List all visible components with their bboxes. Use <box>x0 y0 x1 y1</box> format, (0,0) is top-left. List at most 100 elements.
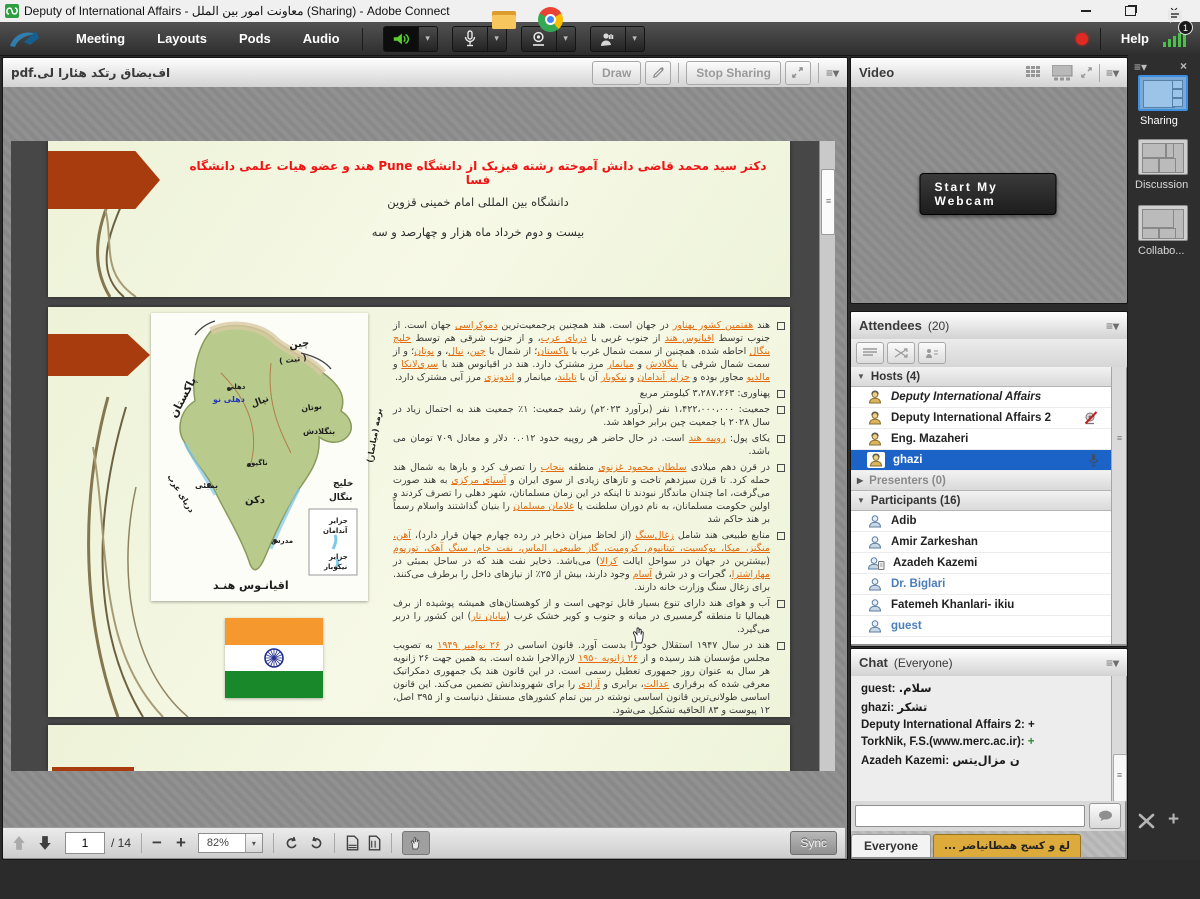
sync-button[interactable]: Sync <box>790 831 837 855</box>
rotate-right-icon[interactable] <box>309 836 324 851</box>
host-icon <box>867 390 883 404</box>
active-mic-icon <box>1088 453 1099 467</box>
attendee-name: Amir Zarkeshan <box>891 536 978 548</box>
participant-icon <box>867 514 883 528</box>
speaker-button[interactable] <box>383 26 419 52</box>
attendee-status-view-icon[interactable] <box>918 342 946 364</box>
start-webcam-button[interactable]: Start My Webcam <box>920 173 1057 215</box>
send-message-button[interactable] <box>1089 803 1121 829</box>
grid-view-icon[interactable] <box>1026 66 1046 80</box>
pan-tool-button[interactable] <box>402 831 430 855</box>
attendee-row[interactable]: Azadeh Kazemi <box>851 553 1111 574</box>
layout-discussion-thumb[interactable] <box>1138 139 1188 175</box>
menubar: Meeting Layouts Pods Audio ▾ ▾ ▾ <box>0 22 1200 56</box>
add-layout-icon[interactable]: + <box>1168 809 1179 831</box>
attendees-pod-menu-icon[interactable]: ≡▾ <box>1106 319 1119 333</box>
menu-audio[interactable]: Audio <box>287 22 356 55</box>
attendee-name: Dr. Biglari <box>891 578 945 590</box>
slide-bullet: منابع طبیعی هند شامل زغال‌سنگ (از لحاظ م… <box>393 529 785 594</box>
video-pod-body: Start My Webcam <box>851 87 1125 301</box>
attendees-scrollbar[interactable]: ≡ <box>1111 367 1126 644</box>
attendees-section-presenters[interactable]: ▶Presenters (0) <box>851 471 1111 491</box>
webcam-dropdown[interactable]: ▾ <box>557 26 576 52</box>
recording-indicator-icon[interactable] <box>1076 33 1088 45</box>
attendee-row[interactable]: Deputy International Affairs 2 <box>851 408 1111 429</box>
share-pod-menu-icon[interactable]: ≡▾ <box>826 66 839 80</box>
chat-tab-private[interactable]: ... رضاین‌اطمه جسک و غل <box>933 834 1081 857</box>
page-number-input[interactable] <box>65 832 105 854</box>
draw-button[interactable]: Draw <box>592 61 641 85</box>
layout-collaboration-thumb[interactable] <box>1138 205 1188 241</box>
page-up-icon[interactable] <box>11 835 27 851</box>
map-label: جزایر <box>329 517 348 525</box>
attendee-row[interactable]: ghazi <box>851 450 1111 471</box>
filmstrip-view-icon[interactable] <box>1052 65 1074 81</box>
attendee-name: Deputy International Affairs 2 <box>891 412 1051 424</box>
map-label: پاکستان <box>167 375 199 420</box>
zoom-out-icon[interactable]: − <box>152 833 162 853</box>
stop-sharing-button[interactable]: Stop Sharing <box>686 61 781 85</box>
attendees-section-hosts[interactable]: ▼Hosts (4) <box>851 367 1111 387</box>
menu-meeting[interactable]: Meeting <box>60 22 141 55</box>
fit-width-icon[interactable] <box>345 835 359 851</box>
fullscreen-icon[interactable] <box>785 61 811 85</box>
map-label: نپال <box>250 394 271 410</box>
raise-hand-icon <box>599 31 616 47</box>
document-viewport[interactable]: دکتر سید محمد قاضی دانش آموخته رشته فیزی… <box>11 141 825 771</box>
chat-message-list[interactable]: guest: سلام.ghazi: تشکرDeputy Internatio… <box>851 676 1111 801</box>
pod-options-tools-icon[interactable] <box>1138 813 1156 829</box>
attendee-row[interactable]: Dr. Biglari <box>851 574 1111 595</box>
attendee-row[interactable]: guest <box>851 616 1111 637</box>
chat-input[interactable] <box>855 805 1085 827</box>
attendee-row[interactable]: Deputy International Affairs <box>851 387 1111 408</box>
layout-sharing-thumb[interactable] <box>1138 75 1188 111</box>
attendees-pod-title: Attendees <box>859 318 922 333</box>
chat-pod-menu-icon[interactable]: ≡▾ <box>1106 656 1119 670</box>
attendee-row[interactable]: Fatemeh Khanlari- ikiu <box>851 595 1111 616</box>
chat-tab-everyone[interactable]: Everyone <box>851 834 931 857</box>
zoom-in-icon[interactable]: + <box>176 833 186 853</box>
microphone-button[interactable] <box>452 26 488 52</box>
layout-collaboration-label[interactable]: Collabo... <box>1138 245 1184 257</box>
menu-pods[interactable]: Pods <box>223 22 287 55</box>
attendee-row[interactable]: Amir Zarkeshan <box>851 532 1111 553</box>
microphone-dropdown[interactable]: ▾ <box>488 26 507 52</box>
attendee-row[interactable]: Adib <box>851 511 1111 532</box>
attendee-row[interactable]: Eng. Mazaheri <box>851 429 1111 450</box>
participant-phone-icon <box>867 556 885 570</box>
document-scrollbar[interactable]: ≡ <box>819 141 835 771</box>
fit-page-icon[interactable] <box>367 835 381 851</box>
attendees-section-participants[interactable]: ▼Participants (16) <box>851 491 1111 511</box>
rotate-left-icon[interactable] <box>284 836 299 851</box>
layouts-close-icon[interactable]: × <box>1180 59 1187 73</box>
section-label: Hosts (4) <box>871 371 920 383</box>
raise-hand-dropdown[interactable]: ▾ <box>626 26 645 52</box>
scrollbar-thumb[interactable]: ≡ <box>821 169 835 235</box>
bullet-square-icon <box>777 532 785 540</box>
minimize-button[interactable] <box>1064 0 1108 22</box>
layout-discussion-label[interactable]: Discussion <box>1135 179 1188 191</box>
pen-icon[interactable] <box>645 61 671 85</box>
attendee-list-view-icon[interactable] <box>856 342 884 364</box>
attendee-name: Eng. Mazaheri <box>891 433 968 445</box>
layouts-menu-icon[interactable]: ≡▾ <box>1134 60 1147 74</box>
window-title: Deputy of International Affairs - معاونت… <box>24 4 450 18</box>
page-down-icon[interactable] <box>37 835 53 851</box>
microphone-icon <box>464 30 476 47</box>
video-pod-menu-icon[interactable]: ≡▾ <box>1106 66 1119 80</box>
user-icon <box>867 598 883 612</box>
menu-layouts[interactable]: Layouts <box>141 22 223 55</box>
attendee-name: Azadeh Kazemi <box>893 557 977 569</box>
layout-sharing-label[interactable]: Sharing <box>1140 115 1178 127</box>
raise-hand-button[interactable] <box>590 26 626 52</box>
fullscreen-icon[interactable] <box>1080 66 1093 79</box>
chat-scrollbar[interactable]: ≡ <box>1111 676 1126 801</box>
breakout-view-icon[interactable] <box>887 342 915 364</box>
restore-button[interactable] <box>1108 0 1152 22</box>
mic-icon <box>1088 453 1099 467</box>
zoom-level-select[interactable]: 82% ▾ <box>198 833 263 853</box>
action-center-button[interactable]: 1 <box>1166 8 1186 31</box>
speaker-dropdown[interactable]: ▾ <box>419 26 438 52</box>
help-menu[interactable]: Help <box>1113 22 1157 55</box>
chat-input-row <box>851 801 1125 831</box>
